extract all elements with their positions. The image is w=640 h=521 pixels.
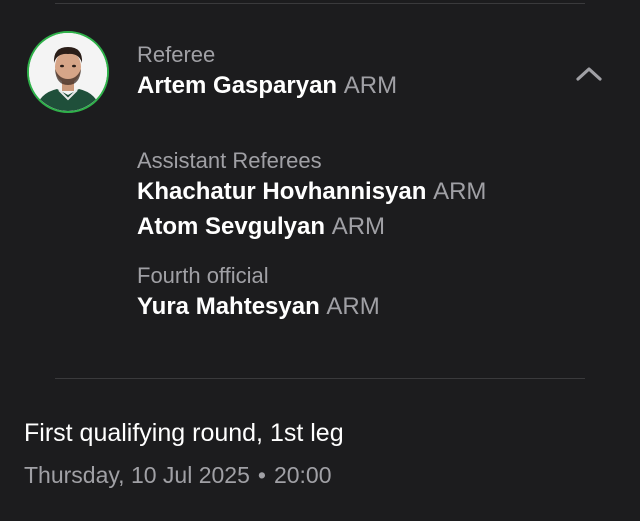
section-divider [55, 378, 585, 379]
datetime-separator: • [257, 462, 266, 488]
referee-group: Referee Artem Gasparyan ARM [137, 42, 557, 103]
person-photo-icon [29, 33, 107, 111]
match-datetime: Thursday, 10 Jul 2025 • 20:00 [24, 460, 332, 490]
referee-country: ARM [343, 72, 398, 99]
assistant-referee-name: Khachatur Hovhannisyan [137, 178, 427, 205]
chevron-up-icon [576, 67, 602, 81]
fourth-official-name: Yura Mahtesyan [137, 293, 320, 320]
assistant-referee: Khachatur Hovhannisyan ARM [137, 174, 557, 209]
fourth-official: Yura Mahtesyan ARM [137, 289, 557, 324]
assistant-referee: Atom Sevgulyan ARM [137, 209, 557, 244]
referee-official: Artem Gasparyan ARM [137, 68, 557, 103]
top-divider [55, 3, 585, 4]
fourth-official-group: Fourth official Yura Mahtesyan ARM [137, 263, 557, 324]
referee-avatar [27, 31, 109, 113]
assistant-referee-country: ARM [331, 213, 386, 240]
match-officials: Referee Artem Gasparyan ARM Assistant Re… [137, 42, 557, 324]
assistant-referee-name: Atom Sevgulyan [137, 213, 326, 240]
referee-name: Artem Gasparyan [137, 72, 338, 99]
assistant-referees-group: Assistant Referees Khachatur Hovhannisya… [137, 148, 557, 244]
collapse-officials-button[interactable] [574, 62, 604, 86]
match-date: Thursday, 10 Jul 2025 [24, 462, 250, 488]
referee-label: Referee [137, 42, 216, 67]
match-round: First qualifying round, 1st leg [24, 419, 344, 447]
fourth-official-country: ARM [326, 293, 380, 320]
fourth-official-label: Fourth official [137, 263, 269, 288]
assistant-referees-label: Assistant Referees [137, 148, 322, 173]
match-time: 20:00 [273, 462, 332, 488]
assistant-referee-country: ARM [433, 178, 487, 205]
